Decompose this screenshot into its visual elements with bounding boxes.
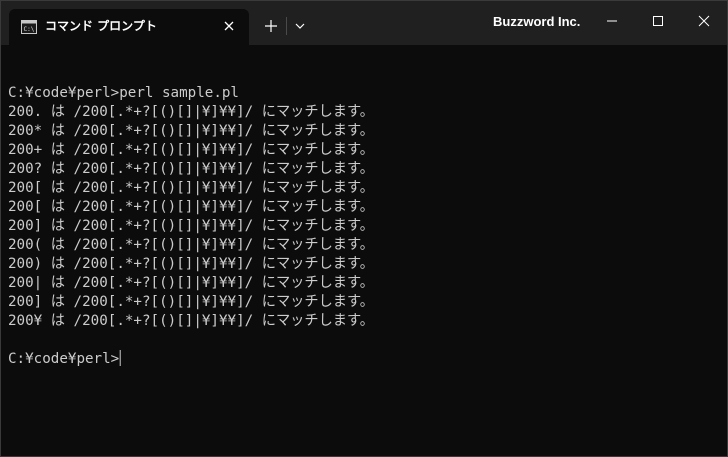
minimize-button[interactable] <box>589 1 635 41</box>
svg-text:C:\: C:\ <box>24 26 35 33</box>
tab-command-prompt[interactable]: C:\ コマンド プロンプト <box>9 9 249 45</box>
cmd-icon: C:\ <box>21 19 37 34</box>
prompt-line[interactable]: C:¥code¥perl> <box>8 350 709 369</box>
output-line: 200) は /200[.*+?[()[]|¥]¥¥]/ にマッチします。 <box>8 256 375 272</box>
output-line: 200? は /200[.*+?[()[]|¥]¥¥]/ にマッチします。 <box>8 161 375 177</box>
output-line: 200| は /200[.*+?[()[]|¥]¥¥]/ にマッチします。 <box>8 275 375 291</box>
command-line: C:¥code¥perl>perl sample.pl <box>8 85 239 101</box>
output-line: 200] は /200[.*+?[()[]|¥]¥¥]/ にマッチします。 <box>8 294 375 310</box>
output-line: 200] は /200[.*+?[()[]|¥]¥¥]/ にマッチします。 <box>8 218 375 234</box>
title-bar[interactable]: C:\ コマンド プロンプト Buzzword Inc. <box>1 1 727 45</box>
close-tab-icon[interactable] <box>221 18 237 34</box>
output-line: 200+ は /200[.*+?[()[]|¥]¥¥]/ にマッチします。 <box>8 142 375 158</box>
output-line: 200( は /200[.*+?[()[]|¥]¥¥]/ にマッチします。 <box>8 237 375 253</box>
output-line: 200[ は /200[.*+?[()[]|¥]¥¥]/ にマッチします。 <box>8 199 375 215</box>
close-window-button[interactable] <box>681 1 727 41</box>
output-line: 200[ は /200[.*+?[()[]|¥]¥¥]/ にマッチします。 <box>8 180 375 196</box>
maximize-button[interactable] <box>635 1 681 41</box>
new-tab-plus-icon[interactable] <box>259 15 283 37</box>
terminal-window: C:\ コマンド プロンプト Buzzword Inc. C:¥code¥per… <box>0 0 728 457</box>
output-line: 200¥ は /200[.*+?[()[]|¥]¥¥]/ にマッチします。 <box>8 313 375 329</box>
tab-title: コマンド プロンプト <box>45 19 157 33</box>
output-line: 200* は /200[.*+?[()[]|¥]¥¥]/ にマッチします。 <box>8 123 375 139</box>
chevron-down-icon[interactable] <box>289 15 311 37</box>
output-line: 200. は /200[.*+?[()[]|¥]¥¥]/ にマッチします。 <box>8 104 375 120</box>
prompt-text: C:¥code¥perl> <box>8 351 120 367</box>
brand-label: Buzzword Inc. <box>493 14 581 29</box>
text-cursor <box>119 350 121 366</box>
tab-separator <box>286 17 287 35</box>
terminal-output[interactable]: C:¥code¥perl>perl sample.pl 200. は /200[… <box>8 65 723 452</box>
